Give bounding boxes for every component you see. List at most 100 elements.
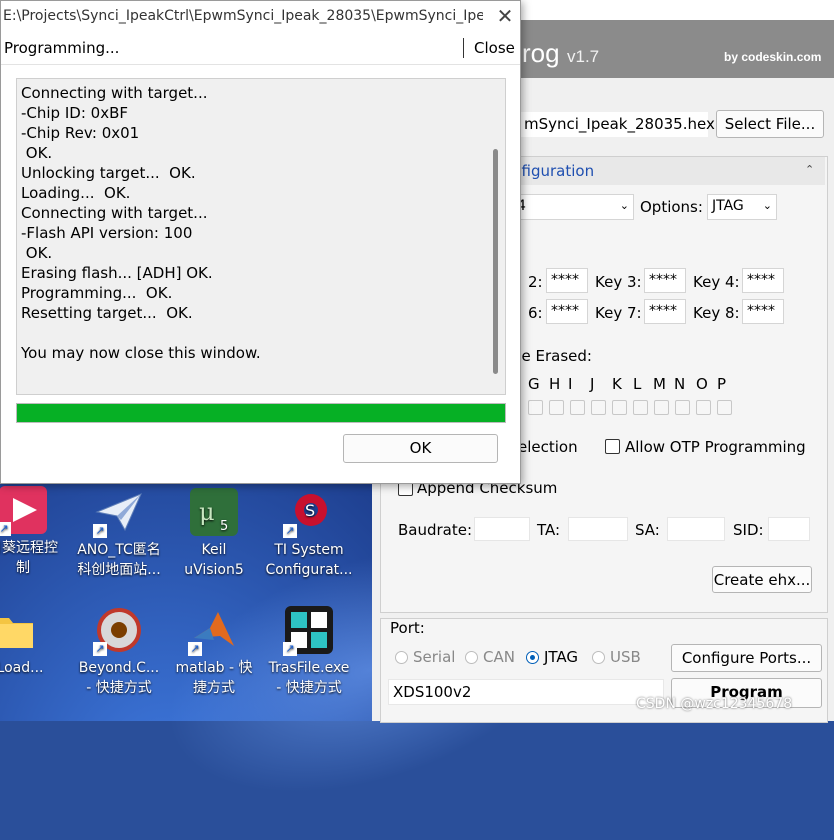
options-select[interactable]: JTAG ⌄ bbox=[707, 194, 777, 220]
sector-checkbox-n[interactable] bbox=[675, 400, 690, 415]
port-radio-serial[interactable] bbox=[395, 651, 408, 664]
sector-letter: N bbox=[674, 375, 686, 393]
sector-checkbox-k[interactable] bbox=[612, 400, 627, 415]
port-radio-jtag[interactable] bbox=[526, 651, 539, 664]
allow-otp-label: Allow OTP Programming bbox=[625, 438, 806, 456]
dialog-toolbar: Programming... Close bbox=[1, 34, 520, 65]
port-radio-usb[interactable] bbox=[592, 651, 605, 664]
sid-field[interactable] bbox=[768, 517, 810, 541]
desktop-icon-label: Keil uVision5 bbox=[184, 542, 244, 578]
shortcut-arrow-icon: ↗ bbox=[283, 524, 297, 538]
sector-checkbox-l[interactable] bbox=[633, 400, 648, 415]
sa-label: SA: bbox=[635, 521, 660, 539]
device-select[interactable]: 4 ⌄ bbox=[512, 194, 634, 220]
watermark: CSDN @wzc12345678 bbox=[636, 696, 793, 712]
sector-checkbox-i[interactable] bbox=[570, 400, 585, 415]
key-8-field[interactable]: **** bbox=[742, 299, 784, 324]
log-line: You may now close this window. bbox=[21, 344, 261, 362]
sector-checkbox-j[interactable] bbox=[591, 400, 606, 415]
key-4-field[interactable]: **** bbox=[742, 268, 784, 293]
toolbar-divider bbox=[463, 38, 464, 58]
key-2-field[interactable]: **** bbox=[546, 268, 588, 293]
shortcut-arrow-icon: ↗ bbox=[93, 642, 107, 656]
folder-icon bbox=[0, 606, 37, 654]
close-icon[interactable]: ✕ bbox=[493, 4, 517, 28]
log-line: -Chip ID: 0xBF bbox=[21, 104, 128, 122]
port-radio-can[interactable] bbox=[465, 651, 478, 664]
desktop-icon-bootload[interactable]: otLoad... bbox=[0, 606, 58, 716]
desktop-icon-matlab[interactable]: ↗ matlab - 快 捷方式 bbox=[169, 606, 259, 716]
desktop-icon-keil[interactable]: μ5 Keil uVision5 bbox=[169, 488, 259, 598]
log-line: -Chip Rev: 0x01 bbox=[21, 124, 140, 142]
key-label: Key 7: bbox=[595, 304, 642, 322]
desktop-icon-label: TrasFile.exe - 快捷方式 bbox=[268, 660, 350, 696]
desktop-icon-label: Beyond.C... - 快捷方式 bbox=[78, 660, 160, 696]
desktop-icon-trasfile[interactable]: ↗ TrasFile.exe - 快捷方式 bbox=[264, 606, 354, 716]
sectors-erase-label: be Erased: bbox=[512, 347, 592, 365]
baudrate-field[interactable] bbox=[474, 517, 530, 541]
shortcut-arrow-icon: ↗ bbox=[93, 524, 107, 538]
hex-file-field[interactable]: mSynci_Ipeak_28035.hex bbox=[520, 112, 715, 137]
select-file-button[interactable]: Select File... bbox=[716, 110, 824, 138]
close-button[interactable]: Close bbox=[474, 39, 515, 57]
configuration-title: nfiguration bbox=[512, 162, 595, 180]
ta-field[interactable] bbox=[568, 517, 628, 541]
sid-label: SID: bbox=[733, 521, 764, 539]
shortcut-arrow-icon: ↗ bbox=[0, 522, 11, 536]
ti-gear-icon: S ↗ bbox=[283, 488, 333, 538]
key-7-field[interactable]: **** bbox=[644, 299, 686, 324]
key-label: Key 4: bbox=[693, 273, 740, 291]
log-output[interactable]: Connecting with target... -Chip ID: 0xBF -… bbox=[16, 78, 506, 395]
desktop-icon-beyond-compare[interactable]: ↗ Beyond.C... - 快捷方式 bbox=[74, 606, 164, 716]
desktop-icon-ti-sysconfig[interactable]: S ↗ TI System Configurat... bbox=[264, 488, 354, 598]
log-scrollbar-thumb[interactable] bbox=[493, 149, 498, 374]
desktop-icon-label: 日葵远程控 制 bbox=[0, 540, 58, 576]
emulator-field[interactable]: XDS100v2 bbox=[388, 679, 664, 705]
log-line: Resetting target... OK. bbox=[21, 304, 193, 322]
options-select-value: JTAG bbox=[712, 198, 744, 214]
paper-plane-icon: ↗ bbox=[93, 488, 143, 538]
collapse-chevron-icon[interactable]: ⌃ bbox=[805, 163, 814, 176]
sector-letter: G bbox=[528, 375, 540, 393]
app-version: v1.7 bbox=[567, 47, 600, 66]
log-line: OK. bbox=[21, 244, 53, 262]
sector-checkbox-m[interactable] bbox=[654, 400, 669, 415]
create-ehx-button[interactable]: Create ehx... bbox=[712, 566, 812, 593]
sector-checkbox-h[interactable] bbox=[549, 400, 564, 415]
baudrate-label: Baudrate: bbox=[398, 521, 473, 539]
sa-field[interactable] bbox=[667, 517, 725, 541]
sector-letter: P bbox=[717, 375, 727, 393]
port-option-label: CAN bbox=[483, 648, 515, 666]
app-title: rog bbox=[522, 38, 560, 68]
sector-checkbox-p[interactable] bbox=[717, 400, 732, 415]
sector-checkbox-o[interactable] bbox=[696, 400, 711, 415]
keil-icon: μ5 bbox=[190, 488, 238, 536]
log-text: Connecting with target... -Chip ID: 0xBF -… bbox=[21, 83, 481, 363]
key-label: 2: bbox=[528, 273, 543, 291]
configure-ports-button[interactable]: Configure Ports... bbox=[671, 644, 822, 672]
sector-letter: I bbox=[568, 375, 573, 393]
log-line: Loading... OK. bbox=[21, 184, 131, 202]
sector-letter: L bbox=[633, 375, 642, 393]
chevron-down-icon: ⌄ bbox=[619, 199, 629, 212]
port-option-label: USB bbox=[610, 648, 641, 666]
shortcut-arrow-icon: ↗ bbox=[188, 642, 202, 656]
desktop-icon-label: TI System Configurat... bbox=[265, 542, 353, 578]
key-6-field[interactable]: **** bbox=[546, 299, 588, 324]
dialog-title: E:\Projects\Synci_IpeakCtrl\EpwmSynci_Ip… bbox=[3, 8, 483, 24]
allow-otp-checkbox[interactable] bbox=[605, 439, 620, 454]
log-line: Connecting with target... bbox=[21, 204, 208, 222]
log-line: -Flash API version: 100 bbox=[21, 224, 193, 242]
sector-checkbox-g[interactable] bbox=[528, 400, 543, 415]
key-3-field[interactable]: **** bbox=[644, 268, 686, 293]
options-label: Options: bbox=[640, 198, 703, 216]
log-line: Connecting with target... bbox=[21, 84, 208, 102]
ok-button[interactable]: OK bbox=[343, 434, 498, 463]
progress-bar bbox=[16, 403, 506, 423]
sector-letter: M bbox=[653, 375, 666, 393]
dialog-titlebar[interactable]: E:\Projects\Synci_IpeakCtrl\EpwmSynci_Ip… bbox=[1, 1, 520, 32]
desktop-icon-ano[interactable]: ↗ ANO_TC匿名 科创地面站... bbox=[74, 488, 164, 598]
desktop-icon-remote[interactable]: ↗ 日葵远程控 制 bbox=[0, 486, 68, 596]
sector-letter: H bbox=[549, 375, 561, 393]
svg-text:5: 5 bbox=[220, 519, 228, 534]
